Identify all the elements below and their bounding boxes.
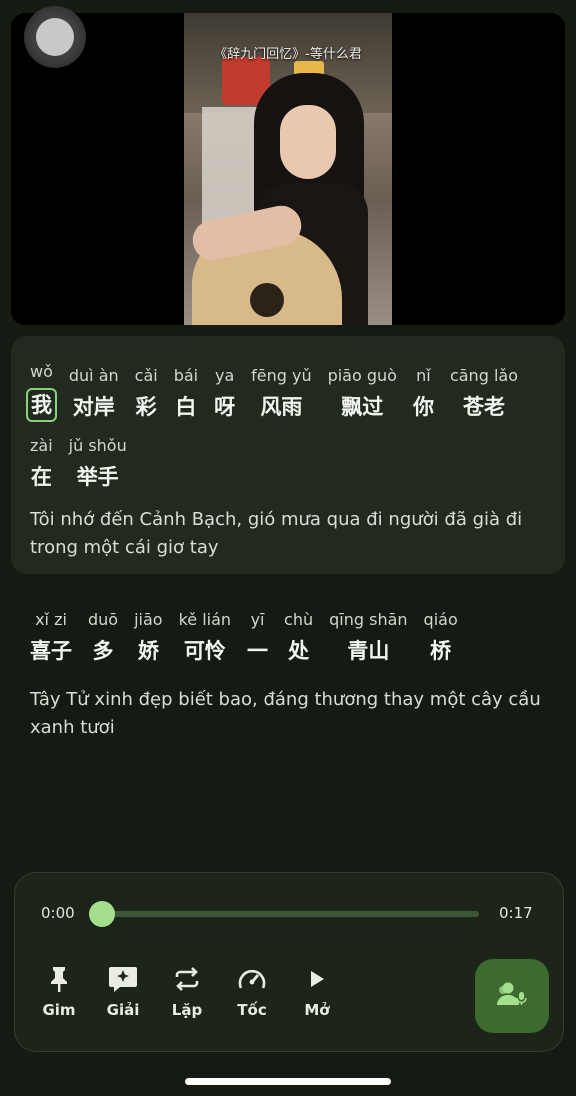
video-player[interactable]: 《辞九门回忆》-等什么君: [11, 13, 565, 325]
video-title: 《辞九门回忆》-等什么君: [214, 47, 362, 62]
pinyin: chù: [284, 610, 314, 629]
sparkle-icon: [93, 961, 153, 997]
hanzi: 苍老: [462, 395, 505, 419]
speed-label: Tốc: [237, 1001, 267, 1019]
lyric-translation: Tôi nhớ đến Cảnh Bạch, gió mưa qua đi ng…: [30, 509, 523, 558]
explain-label: Giải: [106, 1001, 140, 1019]
hanzi: 你: [412, 395, 434, 419]
pinyin: kě lián: [178, 610, 232, 629]
hanzi: 飘过: [341, 395, 384, 419]
voice-user-icon: [495, 980, 529, 1012]
player-panel: 0:00 0:17 Gim Giải Lặp Tốc Mở: [14, 872, 564, 1052]
hanzi: 可怜: [183, 639, 226, 663]
pinyin: jǔ shǒu: [68, 436, 127, 455]
lyric-word[interactable]: nǐ 你: [413, 366, 434, 422]
repeat-icon: [157, 961, 217, 997]
pinyin: yī: [250, 610, 265, 629]
home-indicator[interactable]: [185, 1078, 391, 1085]
active-hanzi: 我: [25, 388, 57, 422]
current-lyric: wǒ 我 duì àn 对岸 cǎi 彩 bái 白 ya 呀 fēng yǔ 风雨 piāo guò 飘…: [0, 362, 576, 562]
voice-practice-button[interactable]: [475, 959, 549, 1033]
hanzi: 桥: [430, 639, 452, 663]
play-label: Mở: [304, 1001, 330, 1019]
hanzi: 青山: [347, 639, 390, 663]
pin-label: Gim: [42, 1001, 76, 1019]
pinyin: bái: [173, 366, 199, 385]
lyric-word[interactable]: chù 处: [284, 610, 313, 666]
lyric-word[interactable]: zài 在: [30, 436, 53, 492]
lyric-line: zài 在 jǔ shǒu 举手: [30, 436, 576, 492]
progress-thumb[interactable]: [89, 901, 115, 927]
play-icon: [287, 961, 347, 997]
lyric-word[interactable]: yī 一: [247, 610, 268, 666]
pinyin: duō: [88, 610, 119, 629]
pinyin: ya: [214, 366, 235, 385]
current-time: 0:00: [41, 904, 75, 922]
repeat-label: Lặp: [171, 1001, 203, 1019]
assistive-touch-button[interactable]: [24, 6, 86, 68]
pinyin: cāng lǎo: [449, 366, 518, 385]
explain-button[interactable]: Giải: [93, 961, 153, 1019]
lyric-word[interactable]: jiāo 娇: [134, 610, 162, 666]
pinyin: fēng yǔ: [251, 366, 312, 385]
progress-track[interactable]: [101, 911, 479, 917]
hanzi: 娇: [137, 639, 159, 663]
hanzi: 喜子: [30, 639, 72, 663]
lyric-word[interactable]: cāng lǎo 苍老: [450, 366, 518, 422]
total-time: 0:17: [499, 904, 533, 922]
pinyin: nǐ: [416, 366, 431, 385]
hanzi: 多: [92, 639, 114, 663]
lyric-word[interactable]: cǎi 彩: [135, 366, 158, 422]
pinyin: zài: [30, 436, 53, 455]
pinyin: qīng shān: [329, 610, 408, 629]
pinyin: jiāo: [134, 610, 163, 629]
lyric-word[interactable]: fēng yǔ 风雨: [251, 366, 311, 422]
hanzi: 白: [175, 395, 197, 419]
video-singer-face: [280, 105, 336, 179]
lyric-word[interactable]: duō 多: [88, 610, 118, 666]
pinyin: cǎi: [134, 366, 158, 385]
lyric-word[interactable]: qīng shān 青山: [329, 610, 407, 666]
hanzi: 风雨: [260, 395, 303, 419]
lyric-word[interactable]: wǒ 我: [25, 362, 57, 422]
play-button[interactable]: Mở: [287, 961, 347, 1019]
pin-icon: [29, 961, 89, 997]
pinyin: xǐ zi: [35, 610, 67, 629]
lyric-word[interactable]: xǐ zi 喜子: [30, 610, 72, 666]
lyric-line: wǒ 我 duì àn 对岸 cǎi 彩 bái 白 ya 呀 fēng yǔ 风雨 piāo guò 飘…: [25, 362, 576, 422]
hanzi: 处: [288, 639, 310, 663]
speed-icon: [222, 961, 282, 997]
lyric-word[interactable]: ya 呀: [214, 366, 235, 422]
pinyin: piāo guò: [327, 366, 397, 385]
hanzi: 对岸: [72, 395, 115, 419]
lyric-word[interactable]: piāo guò 飘过: [328, 366, 397, 422]
hanzi: 一: [247, 639, 269, 663]
pinyin: duì àn: [68, 366, 119, 385]
repeat-button[interactable]: Lặp: [157, 961, 217, 1019]
video-guitar-hole: [250, 283, 284, 317]
hanzi: 呀: [214, 395, 236, 419]
lyric-word[interactable]: kě lián 可怜: [179, 610, 231, 666]
speed-button[interactable]: Tốc: [222, 961, 282, 1019]
pin-button[interactable]: Gim: [29, 961, 89, 1019]
hanzi: 在: [30, 465, 52, 489]
next-lyric: xǐ zi 喜子 duō 多 jiāo 娇 kě lián 可怜 yī 一 chù 处 qīng shā…: [0, 610, 576, 742]
lyric-line: xǐ zi 喜子 duō 多 jiāo 娇 kě lián 可怜 yī 一 chù 处 qīng shā…: [30, 610, 576, 666]
hanzi: 举手: [76, 465, 119, 489]
lyric-word[interactable]: bái 白: [174, 366, 198, 422]
lyric-word[interactable]: jǔ shǒu 举手: [69, 436, 127, 492]
pinyin: wǒ: [30, 362, 53, 381]
pinyin: qiáo: [423, 610, 458, 629]
lyric-translation: Tây Tử xinh đẹp biết bao, đáng thương th…: [30, 689, 541, 738]
lyric-word[interactable]: qiáo 桥: [424, 610, 458, 666]
hanzi: 彩: [135, 395, 157, 419]
lyric-word[interactable]: duì àn 对岸: [69, 366, 119, 422]
